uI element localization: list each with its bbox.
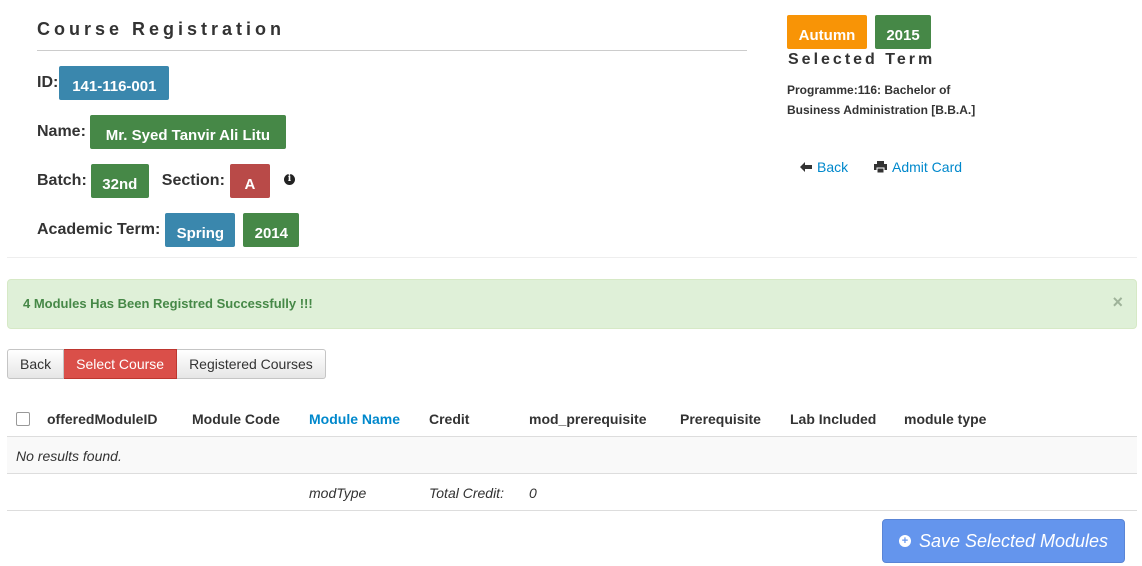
term-year-badge: 2014	[243, 213, 300, 247]
name-label: Name:	[37, 123, 86, 140]
batch-badge: 32nd	[90, 164, 149, 198]
column-header-credit[interactable]: Credit	[429, 411, 469, 427]
selected-term-year-badge: 2015	[875, 15, 931, 49]
empty-message: No results found.	[16, 448, 122, 464]
section-label: Section:	[161, 172, 225, 189]
back-link[interactable]: Back	[800, 159, 848, 175]
column-header-mod-prerequisite[interactable]: mod_prerequisite	[529, 411, 646, 427]
programme-text: Programme:116: Bachelor of Business Admi…	[787, 83, 976, 117]
table-footer-row: modType Total Credit: 0	[7, 474, 1137, 511]
success-alert: 4 Modules Has Been Registred Successfull…	[7, 279, 1137, 329]
column-header-module-name[interactable]: Module Name	[309, 411, 400, 427]
back-button[interactable]: Back	[7, 349, 65, 379]
table-header: offeredModuleID Module Code Module Name …	[7, 401, 1137, 437]
back-link-label: Back	[817, 159, 849, 175]
success-alert-message: 4 Modules Has Been Registred Successfull…	[23, 296, 313, 311]
column-header-module-code[interactable]: Module Code	[192, 411, 280, 427]
save-selected-modules-button[interactable]: + Save Selected Modules	[882, 519, 1125, 563]
batch-section-row: Batch: 32nd Section: A i	[37, 164, 295, 198]
arrow-left-icon	[800, 162, 812, 172]
column-header-module-type[interactable]: module type	[904, 411, 986, 427]
footer-mod-type: modType	[309, 485, 367, 501]
academic-term-label: Academic Term:	[37, 221, 161, 238]
close-icon[interactable]: ×	[1112, 292, 1123, 312]
save-button-label: Save Selected Modules	[918, 530, 1109, 551]
course-tab-group: Back Select Course Registered Courses	[7, 349, 326, 379]
section-divider	[7, 257, 1137, 258]
info-icon[interactable]: i	[283, 173, 295, 185]
section-badge: A	[229, 164, 270, 198]
student-id-badge: 141-116-001	[59, 66, 170, 100]
selected-term-season-badge: Autumn	[787, 15, 867, 49]
footer-total-credit-label: Total Credit:	[429, 485, 504, 501]
column-header-prerequisite[interactable]: Prerequisite	[680, 411, 761, 427]
title-divider	[37, 50, 747, 51]
student-name-row: Name: Mr. Syed Tanvir Ali Litu	[37, 115, 286, 149]
student-name-badge: Mr. Syed Tanvir Ali Litu	[89, 115, 286, 149]
selected-term-heading: Selected Term	[788, 51, 936, 68]
admit-card-link[interactable]: Admit Card	[874, 159, 962, 175]
footer-total-credit-value: 0	[529, 485, 537, 501]
plus-circle-icon: +	[898, 535, 911, 547]
admit-card-label: Admit Card	[892, 159, 963, 175]
table-empty-row: No results found.	[7, 437, 1137, 474]
id-label: ID:	[37, 74, 59, 91]
tab-registered-courses[interactable]: Registered Courses	[177, 349, 326, 379]
academic-term-row: Academic Term: Spring 2014	[37, 213, 300, 247]
print-icon	[874, 161, 887, 173]
modules-table: offeredModuleID Module Code Module Name …	[7, 401, 1137, 511]
page-title: Course Registration	[37, 19, 286, 39]
student-id-row: ID: 141-116-001	[37, 66, 170, 100]
column-header-offered-module-id[interactable]: offeredModuleID	[47, 411, 157, 427]
select-all-checkbox[interactable]	[16, 412, 30, 426]
column-header-lab-included[interactable]: Lab Included	[790, 411, 876, 427]
batch-label: Batch:	[37, 172, 87, 189]
term-season-badge: Spring	[165, 213, 236, 247]
tab-select-course[interactable]: Select Course	[64, 349, 178, 379]
